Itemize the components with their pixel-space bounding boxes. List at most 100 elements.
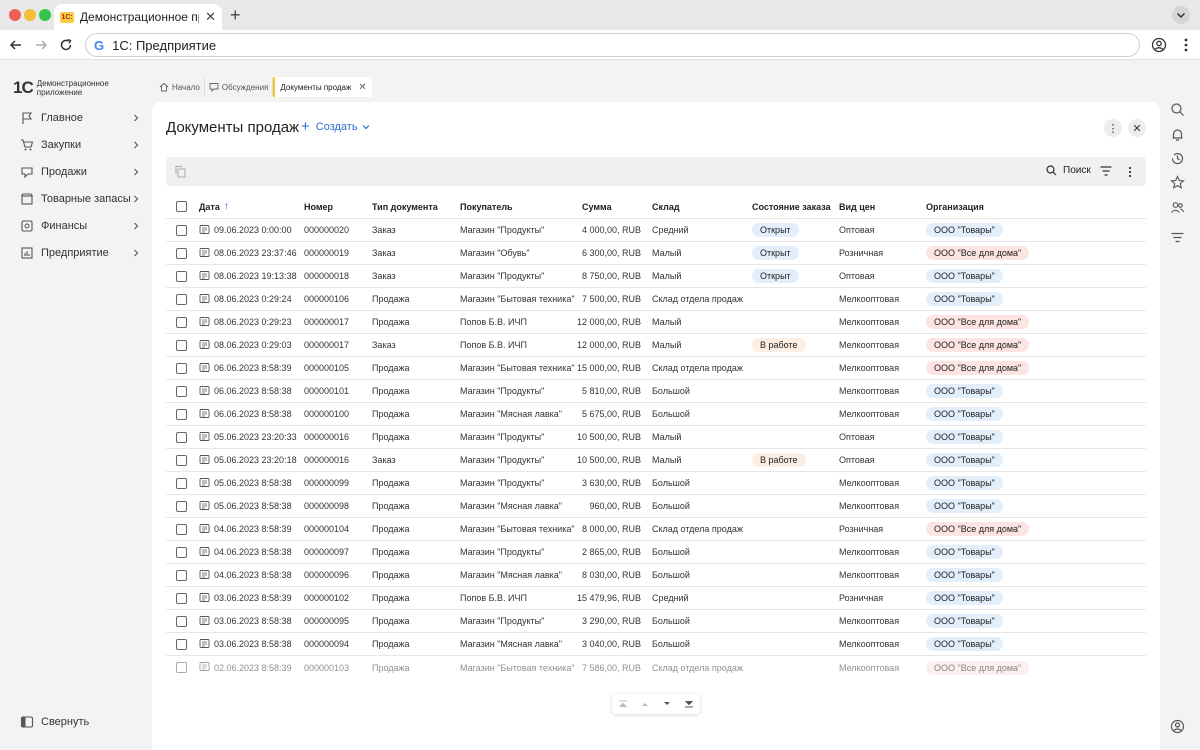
sidebar-item-finance[interactable]: Финансы [20,216,140,236]
cell-buyer: Магазин "Мясная лавка" [460,639,563,649]
row-checkbox[interactable] [176,242,187,264]
column-number[interactable]: Номер [304,195,370,218]
row-checkbox[interactable] [176,518,187,540]
row-checkbox[interactable] [176,633,187,655]
forward-arrow-icon[interactable] [33,37,49,53]
table-row[interactable]: 02.06.2023 8:58:39 000000103 Продажа Магази… [166,656,1146,679]
row-checkbox[interactable] [176,426,187,448]
status-badge: Открыт [752,246,799,260]
close-tab-icon[interactable]: ✕ [358,82,366,93]
row-checkbox[interactable] [176,380,187,402]
close-form-button[interactable]: ✕ [1128,119,1146,137]
browser-menu-icon[interactable] [1178,37,1194,53]
column-organization[interactable]: Организация [926,195,1036,218]
column-store[interactable]: Склад [652,195,752,218]
column-doc-type[interactable]: Тип документа [372,195,458,218]
address-bar[interactable]: G 1С: Предприятие [85,33,1140,57]
browser-tab[interactable]: 1С: Демонстрационное приложение ✕ [54,4,222,30]
reload-icon[interactable] [58,37,74,53]
column-date[interactable]: Дата ↑ [199,195,299,218]
cell-buyer: Магазин "Продукты" [460,271,545,281]
scroll-top-icon[interactable] [618,700,628,708]
row-checkbox[interactable] [176,564,187,586]
cell-date-text: 05.06.2023 8:58:38 [214,478,292,488]
row-checkbox[interactable] [176,219,187,241]
organization-badge: ООО "Товары" [926,384,1003,398]
row-checkbox[interactable] [176,610,187,632]
table-row[interactable]: 06.06.2023 8:58:38 000000101 Продажа Магази… [166,380,1146,403]
table-row[interactable]: 08.06.2023 23:37:46 000000019 Заказ Магазин… [166,242,1146,265]
sidebar-item-stock[interactable]: Товарные запасы [20,189,140,209]
table-row[interactable]: 03.06.2023 8:58:39 000000102 Продажа Попов … [166,587,1146,610]
app-sidebar: 1С Демонстрационное приложение Главное З… [0,60,152,750]
star-icon[interactable] [1170,175,1185,190]
users-icon[interactable] [1170,200,1185,215]
row-checkbox[interactable] [176,541,187,563]
sidebar-item-enterprise[interactable]: Предприятие [20,243,140,263]
more-vertical-icon[interactable] [1128,166,1132,178]
table-row[interactable]: 08.06.2023 0:29:03 000000017 Заказ Попов Б.… [166,334,1146,357]
copy-icon[interactable] [174,165,187,178]
window-close-button[interactable] [9,9,21,21]
table-row[interactable]: 05.06.2023 8:58:38 000000099 Продажа Магази… [166,472,1146,495]
table-row[interactable]: 05.06.2023 23:20:18 000000016 Заказ Магазин… [166,449,1146,472]
table-row[interactable]: 08.06.2023 0:29:23 000000017 Продажа Попов … [166,311,1146,334]
close-tab-icon[interactable]: ✕ [205,9,216,25]
sidebar-item-sales[interactable]: Продажи [20,162,140,182]
search-button[interactable]: Поиск [1046,165,1091,176]
row-checkbox[interactable] [176,357,187,379]
new-tab-icon[interactable]: + [230,5,241,26]
column-buyer[interactable]: Покупатель [460,195,580,218]
tab-home[interactable]: Начало [155,78,205,96]
row-checkbox[interactable] [176,403,187,425]
table-row[interactable]: 05.06.2023 8:58:38 000000098 Продажа Магази… [166,495,1146,518]
tab-discussions[interactable]: Обсуждения [205,78,274,96]
bell-icon[interactable] [1170,127,1185,142]
search-icon[interactable] [1170,102,1185,117]
column-order-state[interactable]: Состояние заказа [752,195,837,218]
app-logo[interactable]: 1С Демонстрационное приложение [13,78,117,98]
history-icon[interactable] [1170,151,1185,166]
table-row[interactable]: 08.06.2023 19:13:38 000000018 Заказ Магазин… [166,265,1146,288]
back-arrow-icon[interactable] [8,37,24,53]
table-row[interactable]: 05.06.2023 23:20:33 000000016 Продажа Магаз… [166,426,1146,449]
row-checkbox[interactable] [176,311,187,333]
list-filter-icon[interactable] [1170,230,1185,245]
column-price-type[interactable]: Вид цен [839,195,924,218]
tab-search-chevron-icon[interactable] [1172,6,1190,24]
table-row[interactable]: 04.06.2023 8:58:38 000000096 Продажа Магази… [166,564,1146,587]
window-minimize-button[interactable] [24,9,36,21]
select-all-checkbox[interactable] [176,195,187,218]
table-row[interactable]: 06.06.2023 8:58:39 000000105 Продажа Магази… [166,357,1146,380]
table-row[interactable]: 08.06.2023 0:29:24 000000106 Продажа Магази… [166,288,1146,311]
table-row[interactable]: 03.06.2023 8:58:38 000000095 Продажа Магази… [166,610,1146,633]
row-checkbox[interactable] [176,288,187,310]
sidebar-item-purchases[interactable]: Закупки [20,135,140,155]
table-row[interactable]: 04.06.2023 8:58:39 000000104 Продажа Магази… [166,518,1146,541]
cell-date: 03.06.2023 8:58:38 [199,610,299,632]
profile-icon[interactable] [1151,37,1167,53]
row-checkbox[interactable] [176,656,187,679]
table-row[interactable]: 03.06.2023 8:58:38 000000094 Продажа Магази… [166,633,1146,656]
account-icon[interactable] [1170,719,1185,734]
row-checkbox[interactable] [176,495,187,517]
create-button[interactable]: + Создать [301,119,371,134]
row-checkbox[interactable] [176,587,187,609]
window-zoom-button[interactable] [39,9,51,21]
scroll-down-icon[interactable] [662,700,672,708]
collapse-sidebar-button[interactable]: Свернуть [20,715,89,729]
row-checkbox[interactable] [176,265,187,287]
sidebar-item-main[interactable]: Главное [20,108,140,128]
row-checkbox[interactable] [176,472,187,494]
scroll-bottom-icon[interactable] [684,700,694,708]
table-row[interactable]: 09.06.2023 0:00:00 000000020 Заказ Магазин … [166,219,1146,242]
filter-icon[interactable] [1100,166,1112,176]
more-actions-button[interactable]: ⋮ [1104,119,1122,137]
scroll-up-icon[interactable] [640,700,650,708]
row-checkbox[interactable] [176,334,187,356]
table-row[interactable]: 06.06.2023 8:58:38 000000100 Продажа Магази… [166,403,1146,426]
tab-sales-documents[interactable]: Документы продаж ✕ [273,77,372,97]
table-row[interactable]: 04.06.2023 8:58:38 000000097 Продажа Магази… [166,541,1146,564]
row-checkbox[interactable] [176,449,187,471]
column-sum[interactable]: Сумма [582,195,653,218]
